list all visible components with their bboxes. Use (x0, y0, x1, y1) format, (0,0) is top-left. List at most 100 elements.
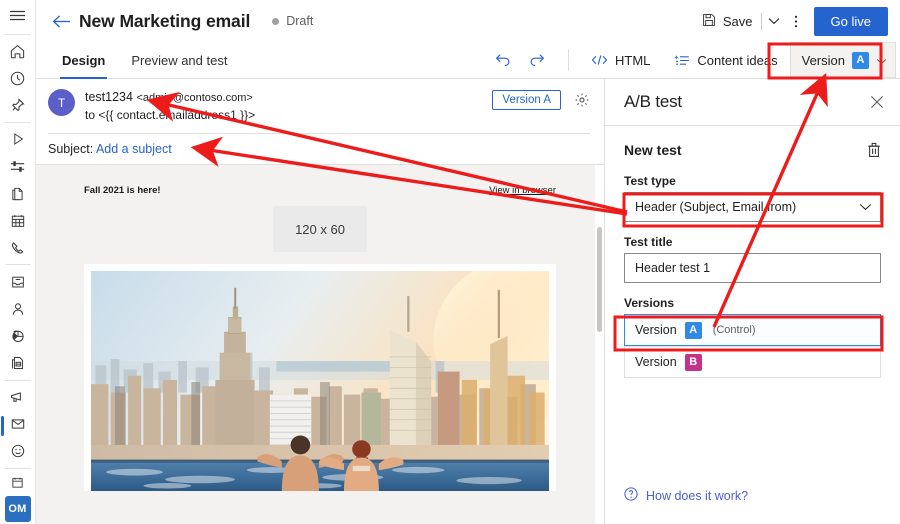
email-to-line: to <{{ contact.emailaddress1 }}> (85, 107, 256, 122)
sidebar-item-analytics[interactable] (0, 322, 36, 349)
logo-placeholder[interactable]: 120 x 60 (273, 206, 367, 253)
field-gap (624, 222, 881, 235)
avatar: T (48, 89, 75, 116)
content-ideas-button[interactable]: Content ideas (662, 42, 789, 78)
go-live-button[interactable]: Go live (813, 6, 888, 36)
email-header-row: T test1234 <admin@contoso.com> to <{{ co… (48, 88, 590, 124)
new-test-row: New test (624, 142, 881, 158)
sidebar-item-get-started[interactable] (0, 126, 36, 153)
hero-image-block[interactable] (84, 264, 556, 492)
back-arrow-icon[interactable] (52, 12, 79, 31)
command-divider (760, 12, 762, 30)
rail-divider (4, 379, 31, 381)
versions-label: Versions (624, 296, 675, 310)
left-nav-rail: OM (0, 0, 36, 524)
sidebar-item-forms[interactable] (0, 349, 36, 376)
add-subject-link[interactable]: Add a subject (96, 142, 172, 156)
sidebar-item-events[interactable] (0, 207, 36, 234)
from-name: test1234 (85, 90, 133, 104)
trash-icon[interactable] (867, 142, 881, 158)
email-header: T test1234 <admin@contoso.com> to <{{ co… (36, 79, 604, 165)
sidebar-item-feedback[interactable] (0, 438, 36, 465)
test-type-label: Test type (624, 174, 676, 188)
canvas-scrollbar[interactable] (595, 165, 604, 524)
org-badge-label: OM (4, 495, 31, 522)
content-ideas-label: Content ideas (697, 52, 778, 68)
tab-preview-label: Preview and test (131, 52, 228, 68)
new-test-label: New test (624, 142, 682, 158)
canvas-scrollbar-thumb[interactable] (597, 227, 602, 333)
chevron-down-icon (859, 203, 872, 211)
sidebar-item-contacts[interactable] (0, 295, 36, 322)
sidebar-item-content[interactable] (0, 180, 36, 207)
save-button[interactable]: Save (696, 8, 759, 35)
test-title-input[interactable]: Header test 1 (624, 253, 881, 283)
version-b-label: Version (635, 355, 677, 369)
email-from-block: test1234 <admin@contoso.com> to <{{ cont… (85, 88, 492, 124)
content-ideas-icon (674, 54, 690, 67)
version-a-badge: A (684, 321, 702, 339)
view-in-browser-link[interactable]: View in browser (489, 185, 556, 196)
tab-bar-spacer (243, 42, 486, 78)
save-dropdown-chevron-icon[interactable] (764, 13, 784, 29)
undo-icon[interactable] (486, 42, 520, 78)
email-body: Fall 2021 is here! View in browser 120 x… (62, 179, 578, 524)
rail-divider (4, 121, 31, 123)
gear-icon[interactable] (574, 92, 590, 113)
hero-image (91, 271, 549, 492)
sidebar-item-marketing[interactable] (0, 383, 36, 410)
app-root: OM New Marketing email Draft Save Go liv… (0, 0, 900, 524)
field-gap (624, 283, 881, 296)
test-type-value: Header (Subject, Email from) (635, 200, 797, 214)
tab-design-label: Design (62, 52, 106, 68)
version-a-label: Version (635, 323, 677, 337)
panel-body: New test Test type Header (Subject, Emai… (605, 126, 900, 487)
panel-header: A/B test (605, 79, 900, 126)
version-selector[interactable]: Version A (789, 42, 896, 78)
editor-split: T test1234 <admin@contoso.com> to <{{ co… (36, 79, 900, 524)
close-icon[interactable] (870, 95, 884, 109)
test-title-label: Test title (624, 235, 673, 249)
from-address: <admin@contoso.com> (136, 92, 253, 104)
tab-preview-and-test[interactable]: Preview and test (121, 42, 237, 78)
version-b-row[interactable]: Version B (624, 346, 881, 378)
more-vertical-icon[interactable] (784, 10, 808, 33)
test-type-dropdown[interactable]: Header (Subject, Email from) (624, 192, 881, 222)
chevron-down-icon (876, 53, 887, 68)
tab-design[interactable]: Design (52, 42, 115, 79)
version-b-badge: B (684, 353, 702, 371)
tab-bar: Design Preview and test HTML Content ide… (36, 42, 900, 79)
sidebar-item-inbox[interactable] (0, 268, 36, 295)
sidebar-item-calendar[interactable] (0, 472, 36, 494)
email-from-line: test1234 <admin@contoso.com> (85, 88, 492, 107)
email-preview-area: Fall 2021 is here! View in browser 120 x… (36, 164, 604, 524)
version-a-row[interactable]: Version A (Control) (624, 314, 881, 346)
redo-icon[interactable] (520, 42, 554, 78)
ab-test-panel: A/B test New test Test type Header (Subj… (604, 79, 900, 524)
hamburger-menu-icon[interactable] (0, 0, 36, 31)
panel-footer: How does it work? (605, 487, 900, 524)
html-button[interactable]: HTML (579, 42, 662, 78)
code-icon (591, 54, 608, 66)
status-badge: Draft (272, 14, 313, 28)
subject-label: Subject: (48, 142, 94, 157)
test-title-value: Header test 1 (635, 261, 711, 275)
org-badge[interactable]: OM (0, 493, 36, 524)
how-does-it-work-link[interactable]: How does it work? (624, 487, 881, 504)
rail-divider (4, 33, 31, 35)
sidebar-item-emails[interactable] (0, 411, 36, 438)
sidebar-item-pinned[interactable] (0, 92, 36, 119)
toolbar-divider (568, 49, 569, 71)
save-disk-icon (702, 13, 716, 30)
page-title: New Marketing email (79, 10, 251, 31)
email-version-a-button[interactable]: Version A (492, 90, 561, 110)
rail-divider (4, 467, 31, 469)
sidebar-item-recent[interactable] (0, 65, 36, 92)
sidebar-item-home[interactable] (0, 38, 36, 65)
sidebar-item-calls[interactable] (0, 234, 36, 261)
sidebar-item-journeys[interactable] (0, 153, 36, 180)
status-dot-icon (272, 17, 280, 25)
status-label: Draft (286, 14, 314, 28)
rail-divider (4, 264, 31, 266)
question-circle-icon (624, 487, 638, 504)
